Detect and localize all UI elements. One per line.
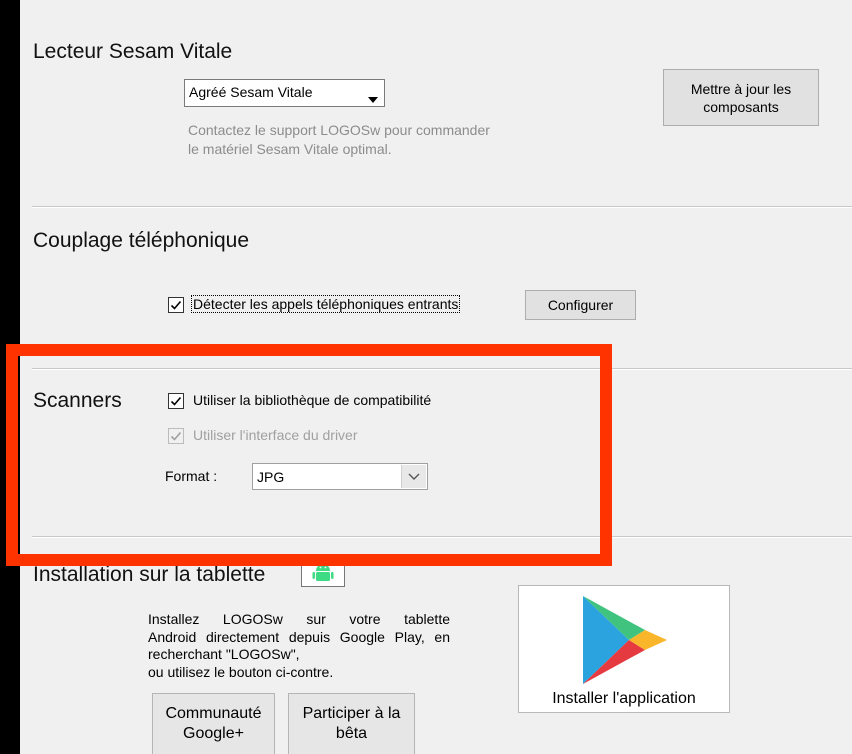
format-label: Format : <box>165 468 218 484</box>
driver-interface-label: Utiliser l'interface du driver <box>193 427 358 443</box>
detect-calls-checkbox[interactable] <box>168 297 184 313</box>
tablet-description: Installez LOGOSw sur votre tablette Andr… <box>148 611 450 681</box>
sesam-reader-select[interactable]: Agréé Sesam Vitale <box>184 79 385 107</box>
format-select-value: JPG <box>257 469 285 485</box>
install-app-button[interactable]: Installer l'application <box>518 585 730 713</box>
tab-participate-beta[interactable]: Participer à la bêta <box>288 693 415 754</box>
detect-calls-label[interactable]: Détecter les appels téléphoniques entran… <box>191 295 461 313</box>
dropdown-arrow-icon <box>368 90 378 106</box>
separator <box>32 368 852 370</box>
tab-google-plus-line1: Communauté <box>165 705 262 722</box>
chevron-down-icon <box>401 465 426 488</box>
google-play-icon <box>581 594 669 691</box>
compat-library-label: Utiliser la bibliothèque de compatibilit… <box>193 392 432 408</box>
tablet-desc-line4: ou utilisez le bouton ci-contre. <box>148 663 334 680</box>
update-components-label-line2: composants <box>703 98 779 115</box>
tablet-desc-line2: Android directement depuis Google Play, … <box>148 628 450 645</box>
tab-google-plus-line2: Google+ <box>183 725 244 742</box>
driver-interface-checkbox[interactable] <box>168 428 184 444</box>
sesam-reader-select-value: Agréé Sesam Vitale <box>189 84 313 100</box>
compat-library-checkbox[interactable] <box>168 393 184 409</box>
update-components-button[interactable]: Mettre à jour les composants <box>663 69 819 126</box>
sesam-hint-line1: Contactez le support LOGOSw pour command… <box>188 122 490 138</box>
checkmark-icon <box>170 431 182 441</box>
tab-google-plus-community[interactable]: Communauté Google+ <box>152 693 275 754</box>
sesam-title: Lecteur Sesam Vitale <box>33 40 233 63</box>
update-components-label-line1: Mettre à jour les <box>690 80 792 97</box>
tablet-desc-line3: recherchant "LOGOSw", <box>148 646 300 662</box>
configure-button[interactable]: Configurer <box>525 290 636 320</box>
checkmark-icon <box>170 396 182 406</box>
sesam-hint-line2: le matériel Sesam Vitale optimal. <box>188 141 392 157</box>
settings-panel: Lecteur Sesam Vitale Agréé Sesam Vitale … <box>20 0 852 754</box>
android-icon <box>301 556 345 587</box>
separator <box>32 536 852 538</box>
scanners-title: Scanners <box>33 389 122 412</box>
tablet-desc-line1: Installez LOGOSw sur votre tablette <box>148 611 450 627</box>
format-select[interactable]: JPG <box>252 463 428 490</box>
tab-beta-line2: bêta <box>335 725 368 742</box>
sesam-hint: Contactez le support LOGOSw pour command… <box>188 121 528 159</box>
checkmark-icon <box>170 300 182 310</box>
tab-beta-line1: Participer à la <box>302 705 401 722</box>
separator <box>32 206 852 208</box>
install-app-label: Installer l'application <box>552 690 696 707</box>
tablet-title: Installation sur la tablette <box>33 563 266 586</box>
couplage-title: Couplage téléphonique <box>33 229 250 252</box>
